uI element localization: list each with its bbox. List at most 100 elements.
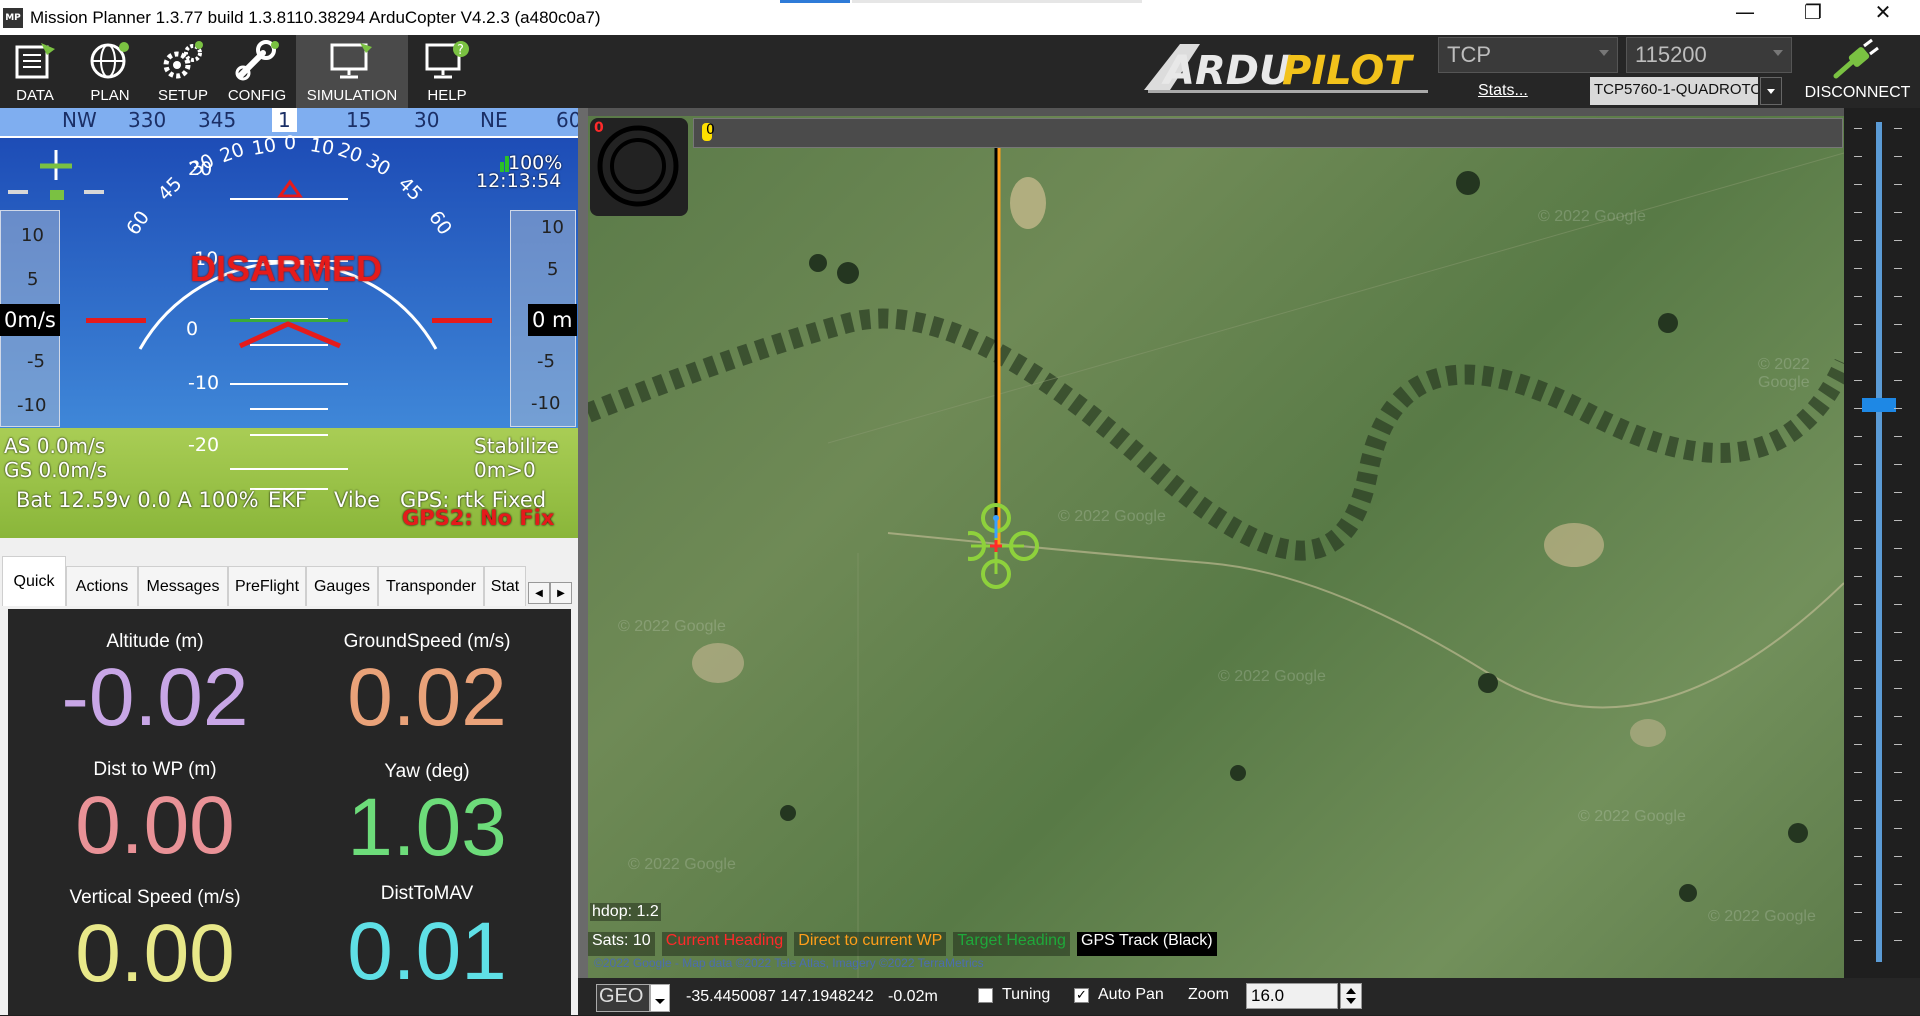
data-button[interactable]: DATA bbox=[0, 35, 70, 108]
minimize-button[interactable]: — bbox=[1716, 0, 1774, 35]
tab-status[interactable]: Stat bbox=[484, 566, 526, 606]
data-icon bbox=[15, 43, 55, 79]
tab-actions[interactable]: Actions bbox=[66, 566, 138, 606]
ekf-status[interactable]: EKF bbox=[268, 488, 307, 512]
slider-tick bbox=[1854, 884, 1862, 885]
slider-tick bbox=[1854, 492, 1862, 493]
close-button[interactable]: ✕ bbox=[1854, 0, 1912, 35]
slider-tick bbox=[1894, 492, 1902, 493]
speed-tick: -5 bbox=[27, 351, 45, 372]
chevron-down-icon bbox=[1599, 50, 1609, 56]
slider-tick bbox=[1894, 884, 1902, 885]
slider-tick bbox=[1854, 548, 1862, 549]
map-legend: Sats: 10 Current Heading Direct to curre… bbox=[588, 930, 1219, 956]
quick-label-dist-to-wp: Dist to WP (m) bbox=[93, 759, 217, 780]
vibe-status[interactable]: Vibe bbox=[334, 488, 380, 512]
slider-tick bbox=[1854, 156, 1862, 157]
setup-button[interactable]: SETUP bbox=[148, 35, 218, 108]
disconnect-button[interactable]: DISCONNECT bbox=[1795, 36, 1920, 108]
tab-quick[interactable]: Quick bbox=[2, 556, 66, 606]
link-select[interactable]: TCP5760-1-QUADROTOR bbox=[1590, 77, 1758, 105]
zoom-spinner[interactable] bbox=[1340, 983, 1362, 1009]
slider-tick bbox=[1894, 660, 1902, 661]
title-accent-secondary bbox=[852, 0, 1142, 3]
config-button[interactable]: CONFIG bbox=[222, 35, 292, 108]
slider-tick bbox=[1854, 828, 1862, 829]
tab-transponder[interactable]: Transponder bbox=[378, 566, 484, 606]
quick-grid[interactable]: Altitude (m) -0.02 GroundSpeed (m/s) 0.0… bbox=[8, 609, 571, 1015]
monitor-icon bbox=[330, 43, 372, 79]
slider-tick bbox=[1894, 604, 1902, 605]
window-title: Mission Planner 1.3.77 build 1.3.8110.38… bbox=[30, 8, 601, 27]
quick-value-dist-to-wp: 0.00 bbox=[75, 780, 235, 871]
link-select-dropdown[interactable] bbox=[1760, 77, 1782, 105]
help-button[interactable]: ? HELP bbox=[412, 35, 482, 108]
slider-tick bbox=[1894, 716, 1902, 717]
baud-rate-select[interactable]: 115200 bbox=[1626, 37, 1792, 73]
battery-status: Bat 12.59v 0.0 A 100% bbox=[16, 488, 259, 512]
horizon-marker-left bbox=[86, 318, 146, 323]
speed-tick: 5 bbox=[27, 269, 39, 290]
connection-type-select[interactable]: TCP bbox=[1438, 37, 1618, 73]
slider-tick bbox=[1894, 268, 1902, 269]
hud[interactable]: NW 330 345 1 15 30 NE 60 60 45 30 20 10 … bbox=[0, 108, 578, 538]
slider-tick bbox=[1894, 184, 1902, 185]
vehicle-quadcopter-icon[interactable] bbox=[968, 494, 1058, 594]
restore-button[interactable]: ❐ bbox=[1784, 0, 1842, 35]
slider-tick bbox=[1894, 744, 1902, 745]
quick-value-dist-to-mav: 0.01 bbox=[347, 906, 507, 997]
tab-messages[interactable]: Messages bbox=[138, 566, 228, 606]
zoom-label: Zoom bbox=[1188, 986, 1229, 1003]
alt-tick: -5 bbox=[537, 351, 555, 372]
pitch-label: 20 bbox=[188, 158, 213, 180]
quick-value-yaw: 1.03 bbox=[347, 782, 507, 873]
slider-tick bbox=[1854, 380, 1862, 381]
coord-system-select[interactable]: GEO bbox=[596, 984, 650, 1012]
heading-tick: 330 bbox=[128, 108, 167, 132]
quick-label-dist-to-mav: DistToMAV bbox=[380, 883, 474, 904]
slider-tick bbox=[1854, 128, 1862, 129]
stats-link[interactable]: Stats... bbox=[1478, 82, 1528, 100]
pitch-label: 0 bbox=[186, 318, 199, 340]
slider-tick bbox=[1854, 940, 1862, 941]
slider-tick bbox=[1854, 352, 1862, 353]
slider-tick bbox=[1894, 240, 1902, 241]
slider-tick bbox=[1894, 856, 1902, 857]
tab-scroll-right-icon[interactable]: ▶ bbox=[550, 582, 572, 604]
speed-tick: -10 bbox=[17, 395, 47, 416]
slider-tick bbox=[1894, 940, 1902, 941]
simulation-button[interactable]: SIMULATION bbox=[296, 35, 408, 108]
map-copyright: ©2022 Google - Map data ©2022 Tele Atlas… bbox=[594, 956, 984, 970]
slider-tick bbox=[1894, 772, 1902, 773]
slider-thumb[interactable] bbox=[1862, 398, 1896, 412]
quick-label-yaw: Yaw (deg) bbox=[384, 761, 470, 782]
tab-preflight[interactable]: PreFlight bbox=[228, 566, 306, 606]
coord-altitude: -0.02m bbox=[888, 988, 938, 1005]
roll-label: 10 bbox=[308, 134, 336, 160]
tab-scroll-left-icon[interactable]: ◀ bbox=[528, 582, 550, 604]
tab-gauges[interactable]: Gauges bbox=[306, 566, 378, 606]
coord-system-dropdown[interactable] bbox=[650, 984, 670, 1012]
slider-tick bbox=[1894, 800, 1902, 801]
aircraft-symbol bbox=[238, 321, 341, 349]
slider-tick bbox=[1854, 240, 1862, 241]
simulation-label: SIMULATION bbox=[306, 87, 398, 104]
zoom-input[interactable]: 16.0 bbox=[1246, 983, 1338, 1009]
heading-tick-current: 1 bbox=[272, 108, 297, 132]
slider-tick bbox=[1894, 632, 1902, 633]
slider-tick bbox=[1854, 436, 1862, 437]
quick-value-vertical-speed: 0.00 bbox=[75, 908, 235, 999]
pitch-label: -10 bbox=[188, 372, 220, 394]
map-compass: 0 bbox=[590, 118, 688, 216]
hud-time: 12:13:54 bbox=[476, 170, 562, 192]
plan-button[interactable]: PLAN bbox=[75, 35, 145, 108]
tuning-checkbox[interactable] bbox=[978, 988, 993, 1003]
altitude-slider[interactable] bbox=[1844, 108, 1920, 978]
chevron-down-icon bbox=[1767, 89, 1775, 94]
alt-tick: 10 bbox=[541, 217, 564, 238]
gps2-status: GPS2: No Fix bbox=[402, 506, 555, 530]
autopan-checkbox[interactable]: ✓ bbox=[1074, 988, 1089, 1003]
slider-tick bbox=[1854, 660, 1862, 661]
roll-label: 0 bbox=[284, 132, 297, 154]
map-view[interactable]: © 2022 Google © 2022 Google © 2022 Googl… bbox=[578, 108, 1844, 978]
